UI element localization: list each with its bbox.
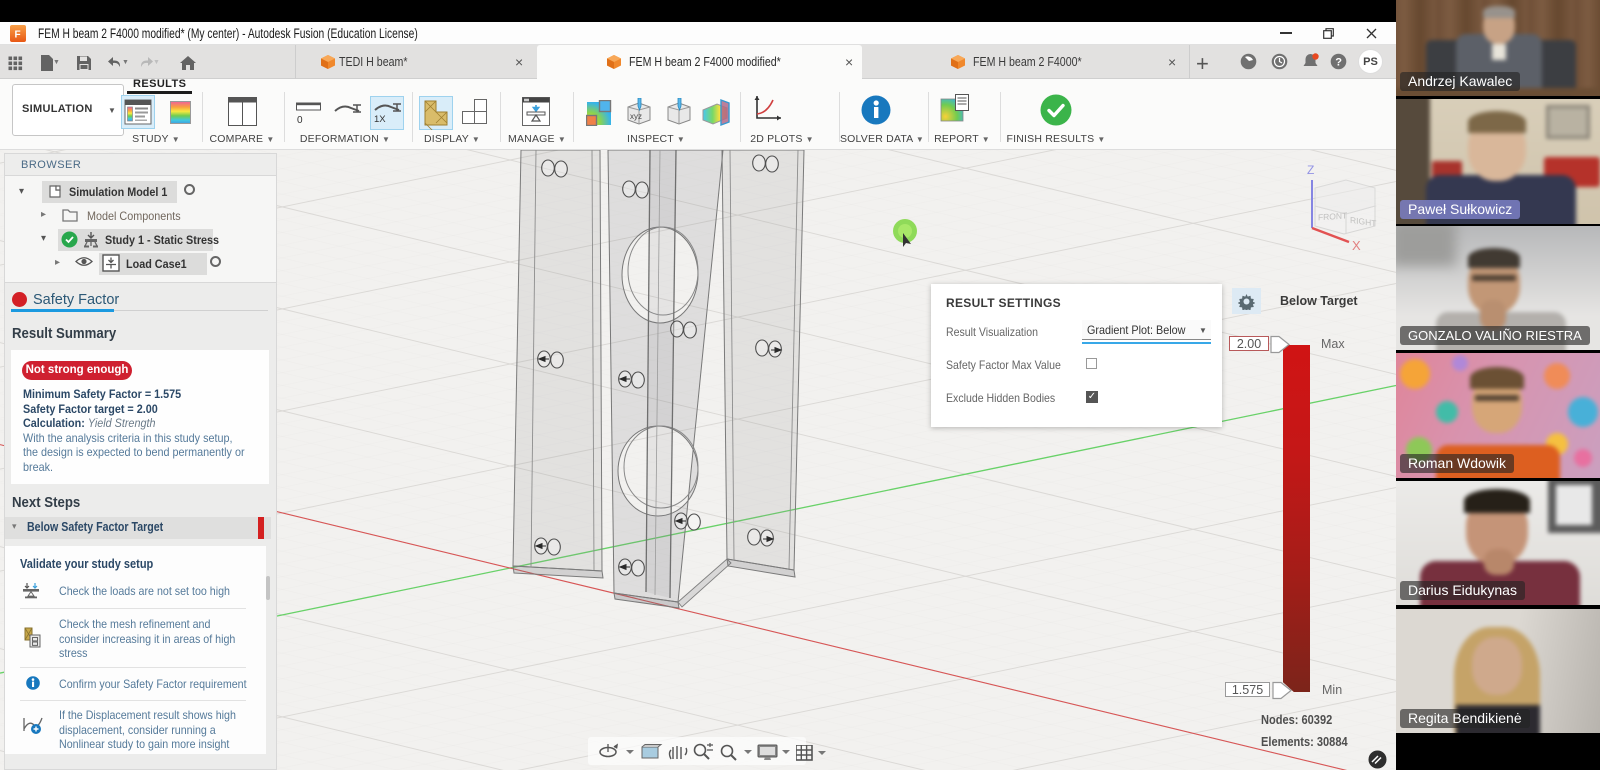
svg-text:FRONT: FRONT: [1318, 210, 1347, 222]
svg-text:X: X: [1352, 238, 1361, 253]
svg-text:F: F: [15, 30, 21, 41]
svg-text:1X: 1X: [374, 114, 386, 125]
svg-text:Z: Z: [1307, 163, 1314, 177]
svg-text:xyz: xyz: [630, 112, 642, 121]
svg-text:0: 0: [297, 115, 303, 125]
svg-text:?: ?: [1335, 57, 1342, 69]
